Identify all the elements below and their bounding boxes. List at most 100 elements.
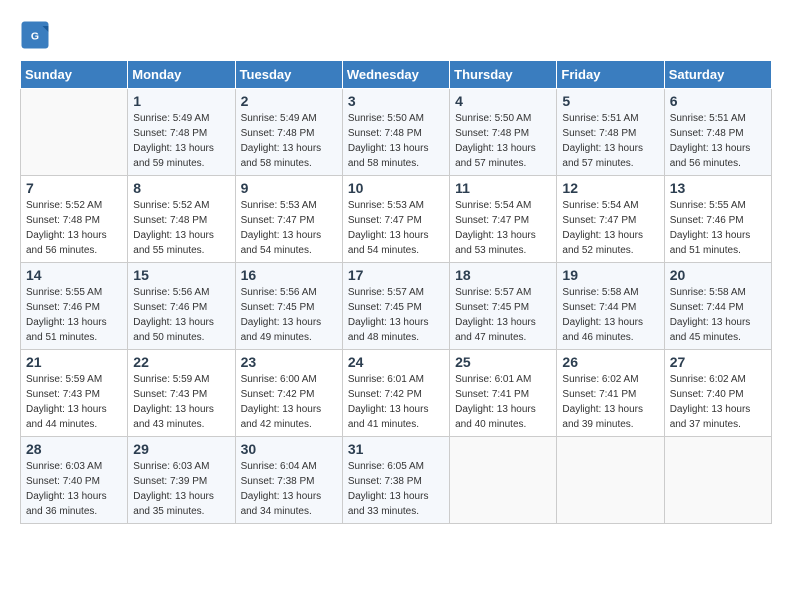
day-info: Sunrise: 5:55 AMSunset: 7:46 PMDaylight:… <box>670 198 766 258</box>
day-number: 29 <box>133 441 229 457</box>
day-number: 24 <box>348 354 444 370</box>
day-info: Sunrise: 5:49 AMSunset: 7:48 PMDaylight:… <box>241 111 337 171</box>
day-info: Sunrise: 5:56 AMSunset: 7:46 PMDaylight:… <box>133 285 229 345</box>
calendar-cell: 23 Sunrise: 6:00 AMSunset: 7:42 PMDayligh… <box>235 350 342 437</box>
day-info: Sunrise: 5:50 AMSunset: 7:48 PMDaylight:… <box>348 111 444 171</box>
day-number: 10 <box>348 180 444 196</box>
calendar-cell: 9 Sunrise: 5:53 AMSunset: 7:47 PMDaylight… <box>235 176 342 263</box>
day-number: 22 <box>133 354 229 370</box>
calendar-cell: 25 Sunrise: 6:01 AMSunset: 7:41 PMDayligh… <box>450 350 557 437</box>
calendar-week-5: 28 Sunrise: 6:03 AMSunset: 7:40 PMDayligh… <box>21 437 772 524</box>
svg-text:G: G <box>31 31 39 43</box>
day-number: 4 <box>455 93 551 109</box>
day-info: Sunrise: 6:05 AMSunset: 7:38 PMDaylight:… <box>348 459 444 519</box>
weekday-header-friday: Friday <box>557 61 664 89</box>
day-info: Sunrise: 5:52 AMSunset: 7:48 PMDaylight:… <box>26 198 122 258</box>
day-info: Sunrise: 5:54 AMSunset: 7:47 PMDaylight:… <box>455 198 551 258</box>
day-number: 21 <box>26 354 122 370</box>
day-info: Sunrise: 6:03 AMSunset: 7:39 PMDaylight:… <box>133 459 229 519</box>
day-number: 6 <box>670 93 766 109</box>
weekday-header-sunday: Sunday <box>21 61 128 89</box>
day-number: 19 <box>562 267 658 283</box>
day-number: 5 <box>562 93 658 109</box>
calendar-cell: 19 Sunrise: 5:58 AMSunset: 7:44 PMDayligh… <box>557 263 664 350</box>
day-info: Sunrise: 5:58 AMSunset: 7:44 PMDaylight:… <box>670 285 766 345</box>
day-number: 16 <box>241 267 337 283</box>
calendar-week-1: 1 Sunrise: 5:49 AMSunset: 7:48 PMDaylight… <box>21 89 772 176</box>
logo: G <box>20 20 54 50</box>
calendar-week-3: 14 Sunrise: 5:55 AMSunset: 7:46 PMDayligh… <box>21 263 772 350</box>
calendar-cell: 4 Sunrise: 5:50 AMSunset: 7:48 PMDaylight… <box>450 89 557 176</box>
day-number: 14 <box>26 267 122 283</box>
day-info: Sunrise: 5:59 AMSunset: 7:43 PMDaylight:… <box>26 372 122 432</box>
day-number: 17 <box>348 267 444 283</box>
day-number: 27 <box>670 354 766 370</box>
day-info: Sunrise: 5:51 AMSunset: 7:48 PMDaylight:… <box>562 111 658 171</box>
day-info: Sunrise: 5:54 AMSunset: 7:47 PMDaylight:… <box>562 198 658 258</box>
calendar-cell: 12Sunrise: 5:54 AMSunset: 7:47 PMDayligh… <box>557 176 664 263</box>
calendar-cell: 10 Sunrise: 5:53 AMSunset: 7:47 PMDayligh… <box>342 176 449 263</box>
calendar-week-2: 7 Sunrise: 5:52 AMSunset: 7:48 PMDaylight… <box>21 176 772 263</box>
calendar-cell: 13 Sunrise: 5:55 AMSunset: 7:46 PMDayligh… <box>664 176 771 263</box>
calendar-cell: 27 Sunrise: 6:02 AMSunset: 7:40 PMDayligh… <box>664 350 771 437</box>
calendar-cell: 21 Sunrise: 5:59 AMSunset: 7:43 PMDayligh… <box>21 350 128 437</box>
day-number: 15 <box>133 267 229 283</box>
weekday-header-monday: Monday <box>128 61 235 89</box>
day-info: Sunrise: 5:53 AMSunset: 7:47 PMDaylight:… <box>241 198 337 258</box>
day-number: 9 <box>241 180 337 196</box>
calendar-cell <box>664 437 771 524</box>
calendar-cell: 20Sunrise: 5:58 AMSunset: 7:44 PMDayligh… <box>664 263 771 350</box>
calendar-cell: 26 Sunrise: 6:02 AMSunset: 7:41 PMDayligh… <box>557 350 664 437</box>
weekday-header-wednesday: Wednesday <box>342 61 449 89</box>
calendar-cell: 1 Sunrise: 5:49 AMSunset: 7:48 PMDaylight… <box>128 89 235 176</box>
day-number: 1 <box>133 93 229 109</box>
day-number: 26 <box>562 354 658 370</box>
calendar-cell: 22Sunrise: 5:59 AMSunset: 7:43 PMDayligh… <box>128 350 235 437</box>
calendar-cell: 31 Sunrise: 6:05 AMSunset: 7:38 PMDayligh… <box>342 437 449 524</box>
day-number: 28 <box>26 441 122 457</box>
calendar-cell: 29 Sunrise: 6:03 AMSunset: 7:39 PMDayligh… <box>128 437 235 524</box>
calendar-cell: 18Sunrise: 5:57 AMSunset: 7:45 PMDayligh… <box>450 263 557 350</box>
day-info: Sunrise: 5:50 AMSunset: 7:48 PMDaylight:… <box>455 111 551 171</box>
day-number: 8 <box>133 180 229 196</box>
day-number: 31 <box>348 441 444 457</box>
calendar-cell: 6 Sunrise: 5:51 AMSunset: 7:48 PMDaylight… <box>664 89 771 176</box>
day-info: Sunrise: 6:01 AMSunset: 7:42 PMDaylight:… <box>348 372 444 432</box>
day-info: Sunrise: 6:02 AMSunset: 7:40 PMDaylight:… <box>670 372 766 432</box>
day-info: Sunrise: 5:58 AMSunset: 7:44 PMDaylight:… <box>562 285 658 345</box>
day-number: 3 <box>348 93 444 109</box>
calendar-cell <box>21 89 128 176</box>
calendar-cell: 14 Sunrise: 5:55 AMSunset: 7:46 PMDayligh… <box>21 263 128 350</box>
calendar-cell: 24 Sunrise: 6:01 AMSunset: 7:42 PMDayligh… <box>342 350 449 437</box>
calendar-cell: 8 Sunrise: 5:52 AMSunset: 7:48 PMDaylight… <box>128 176 235 263</box>
day-info: Sunrise: 5:55 AMSunset: 7:46 PMDaylight:… <box>26 285 122 345</box>
day-info: Sunrise: 5:56 AMSunset: 7:45 PMDaylight:… <box>241 285 337 345</box>
calendar-cell: 16 Sunrise: 5:56 AMSunset: 7:45 PMDayligh… <box>235 263 342 350</box>
day-number: 7 <box>26 180 122 196</box>
day-info: Sunrise: 6:02 AMSunset: 7:41 PMDaylight:… <box>562 372 658 432</box>
calendar-cell <box>450 437 557 524</box>
day-number: 13 <box>670 180 766 196</box>
calendar-week-4: 21 Sunrise: 5:59 AMSunset: 7:43 PMDayligh… <box>21 350 772 437</box>
calendar-cell: 30 Sunrise: 6:04 AMSunset: 7:38 PMDayligh… <box>235 437 342 524</box>
day-info: Sunrise: 5:52 AMSunset: 7:48 PMDaylight:… <box>133 198 229 258</box>
calendar-cell: 11Sunrise: 5:54 AMSunset: 7:47 PMDayligh… <box>450 176 557 263</box>
calendar-cell <box>557 437 664 524</box>
day-info: Sunrise: 5:53 AMSunset: 7:47 PMDaylight:… <box>348 198 444 258</box>
day-info: Sunrise: 5:51 AMSunset: 7:48 PMDaylight:… <box>670 111 766 171</box>
calendar-cell: 28 Sunrise: 6:03 AMSunset: 7:40 PMDayligh… <box>21 437 128 524</box>
day-number: 25 <box>455 354 551 370</box>
day-number: 2 <box>241 93 337 109</box>
day-info: Sunrise: 6:04 AMSunset: 7:38 PMDaylight:… <box>241 459 337 519</box>
day-number: 30 <box>241 441 337 457</box>
page-header: G <box>20 20 772 50</box>
day-info: Sunrise: 5:49 AMSunset: 7:48 PMDaylight:… <box>133 111 229 171</box>
calendar-cell: 3 Sunrise: 5:50 AMSunset: 7:48 PMDaylight… <box>342 89 449 176</box>
calendar-table: SundayMondayTuesdayWednesdayThursdayFrid… <box>20 60 772 524</box>
weekday-header-saturday: Saturday <box>664 61 771 89</box>
day-info: Sunrise: 6:00 AMSunset: 7:42 PMDaylight:… <box>241 372 337 432</box>
day-info: Sunrise: 6:01 AMSunset: 7:41 PMDaylight:… <box>455 372 551 432</box>
calendar-cell: 17Sunrise: 5:57 AMSunset: 7:45 PMDayligh… <box>342 263 449 350</box>
day-number: 23 <box>241 354 337 370</box>
day-info: Sunrise: 6:03 AMSunset: 7:40 PMDaylight:… <box>26 459 122 519</box>
